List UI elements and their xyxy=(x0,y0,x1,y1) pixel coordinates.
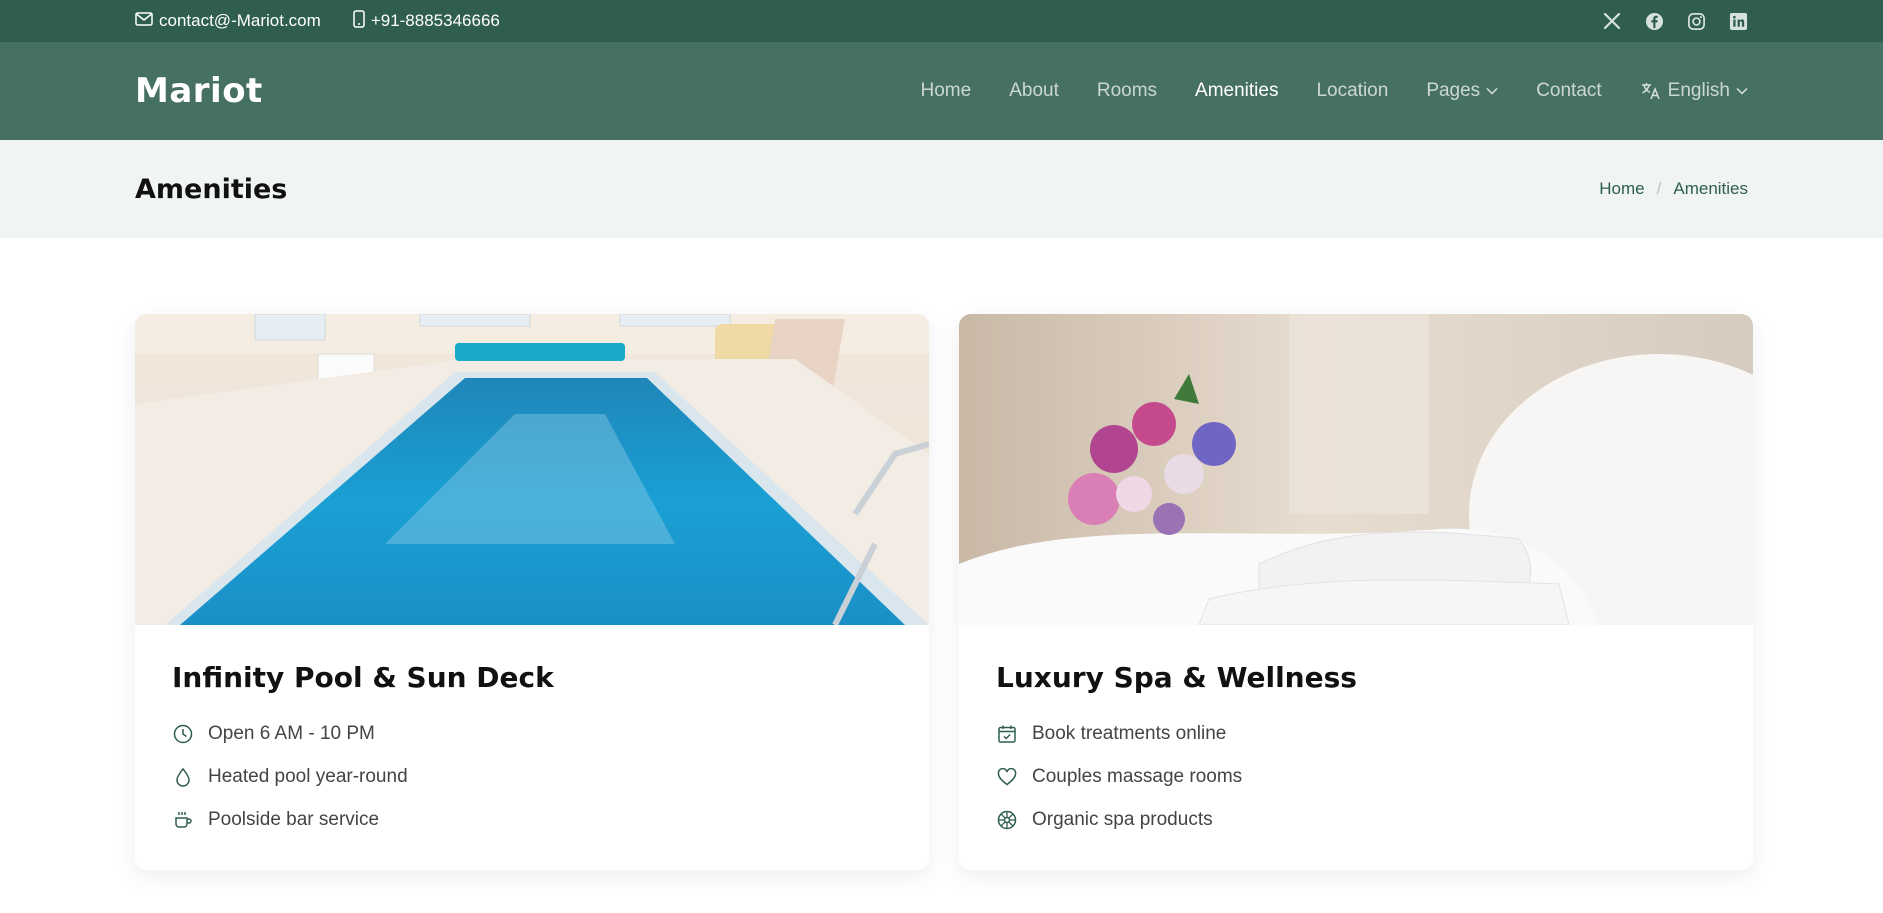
feature-text: Heated pool year-round xyxy=(208,765,408,787)
main-navbar: Mariot Home About Rooms Amenities Locati… xyxy=(0,42,1883,140)
feature-item: Organic spa products xyxy=(996,798,1716,841)
nav-about[interactable]: About xyxy=(1009,80,1059,102)
card-body: Luxury Spa & Wellness Book treatments on… xyxy=(959,625,1753,841)
cup-icon xyxy=(172,809,194,831)
amenity-cards: Infinity Pool & Sun Deck Open 6 AM - 10 … xyxy=(135,314,1753,870)
breadcrumb-home[interactable]: Home xyxy=(1599,179,1644,199)
amenity-card-pool[interactable]: Infinity Pool & Sun Deck Open 6 AM - 10 … xyxy=(135,314,929,870)
x-icon[interactable] xyxy=(1602,11,1622,31)
feature-list: Open 6 AM - 10 PM Heated pool year-round… xyxy=(172,712,892,841)
nav-location[interactable]: Location xyxy=(1316,80,1388,102)
email-text: contact@-Mariot.com xyxy=(159,11,321,30)
feature-item: Couples massage rooms xyxy=(996,755,1716,798)
chevron-down-icon xyxy=(1736,87,1748,95)
feature-text: Open 6 AM - 10 PM xyxy=(208,722,375,744)
chevron-down-icon xyxy=(1486,87,1498,95)
phone-icon xyxy=(353,9,365,33)
calendar-check-icon xyxy=(996,723,1018,745)
topbar: contact@-Mariot.com +91-8885346666 xyxy=(0,0,1883,42)
breadcrumb-separator: / xyxy=(1656,179,1662,198)
envelope-icon xyxy=(135,11,153,31)
language-label: English xyxy=(1667,80,1730,101)
nav-pages-label: Pages xyxy=(1426,80,1481,101)
feature-item: Open 6 AM - 10 PM xyxy=(172,712,892,755)
feature-item: Book treatments online xyxy=(996,712,1716,755)
breadcrumb: Home / Amenities xyxy=(1599,179,1748,199)
social-links xyxy=(1602,11,1748,31)
nav-contact[interactable]: Contact xyxy=(1536,80,1601,102)
amenity-card-spa[interactable]: Luxury Spa & Wellness Book treatments on… xyxy=(959,314,1753,870)
nav-pages-dropdown[interactable]: Pages xyxy=(1426,80,1498,102)
translate-icon xyxy=(1641,83,1660,100)
droplet-icon xyxy=(172,766,194,788)
card-body: Infinity Pool & Sun Deck Open 6 AM - 10 … xyxy=(135,625,929,841)
spa-towels-flowers-photo xyxy=(959,314,1753,625)
nav-home[interactable]: Home xyxy=(921,80,972,102)
language-selector[interactable]: English xyxy=(1640,80,1748,102)
nav-rooms[interactable]: Rooms xyxy=(1097,80,1157,102)
indoor-pool-photo xyxy=(135,314,929,625)
topbar-contacts: contact@-Mariot.com +91-8885346666 xyxy=(135,9,500,33)
brand-logo[interactable]: Mariot xyxy=(135,71,263,111)
page-title: Amenities xyxy=(135,173,288,205)
heart-icon xyxy=(996,766,1018,788)
nav-amenities[interactable]: Amenities xyxy=(1195,80,1278,102)
feature-item: Poolside bar service xyxy=(172,798,892,841)
breadcrumb-current: Amenities xyxy=(1673,179,1748,198)
clock-icon xyxy=(172,723,194,745)
flower-icon xyxy=(996,809,1018,831)
page-header: Amenities Home / Amenities xyxy=(0,140,1883,238)
phone-text: +91-8885346666 xyxy=(370,11,500,30)
feature-text: Book treatments online xyxy=(1032,722,1227,744)
phone-contact[interactable]: +91-8885346666 xyxy=(353,9,500,33)
feature-text: Couples massage rooms xyxy=(1032,765,1243,787)
linkedin-icon[interactable] xyxy=(1728,11,1748,31)
facebook-icon[interactable] xyxy=(1644,11,1664,31)
instagram-icon[interactable] xyxy=(1686,11,1706,31)
feature-list: Book treatments online Couples massage r… xyxy=(996,712,1716,841)
email-contact[interactable]: contact@-Mariot.com xyxy=(135,11,321,31)
card-title[interactable]: Infinity Pool & Sun Deck xyxy=(172,661,892,694)
feature-item: Heated pool year-round xyxy=(172,755,892,798)
feature-text: Poolside bar service xyxy=(208,808,380,830)
card-title[interactable]: Luxury Spa & Wellness xyxy=(996,661,1716,694)
main-nav: Home About Rooms Amenities Location Page… xyxy=(921,80,1748,102)
feature-text: Organic spa products xyxy=(1032,808,1213,830)
